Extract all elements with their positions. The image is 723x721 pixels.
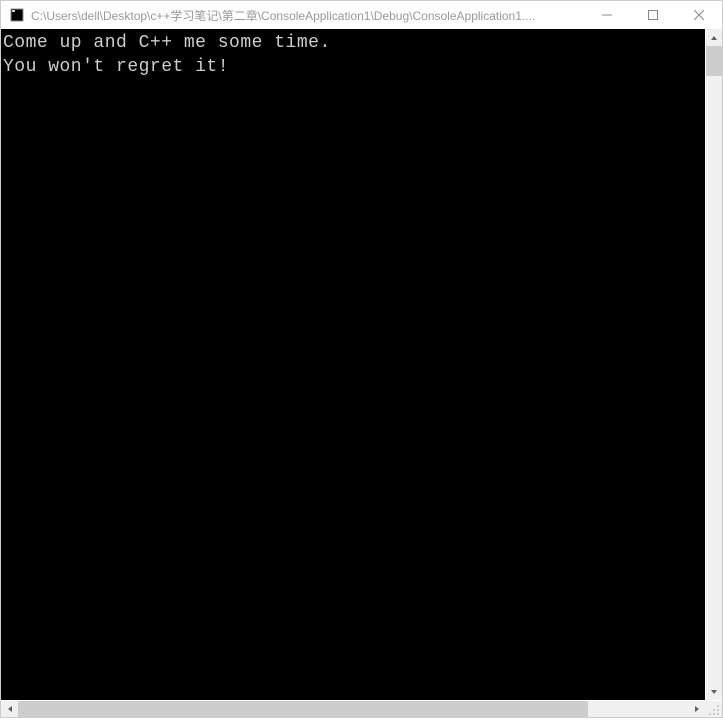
- horizontal-scroll-thumb[interactable]: [18, 701, 588, 717]
- horizontal-scroll-track[interactable]: [18, 701, 688, 717]
- scroll-up-button[interactable]: [706, 29, 722, 46]
- vertical-scrollbar[interactable]: [705, 29, 722, 700]
- console-output[interactable]: Come up and C++ me some time. You won't …: [1, 29, 705, 700]
- vertical-scroll-thumb[interactable]: [706, 46, 722, 76]
- app-icon: [9, 7, 25, 23]
- console-wrapper: Come up and C++ me some time. You won't …: [1, 29, 722, 700]
- minimize-button[interactable]: [584, 1, 630, 29]
- scroll-left-button[interactable]: [1, 701, 18, 717]
- resize-grip-icon[interactable]: [708, 703, 720, 715]
- console-window: C:\Users\dell\Desktop\c++学习笔记\第二章\Consol…: [0, 0, 723, 718]
- maximize-button[interactable]: [630, 1, 676, 29]
- scroll-down-button[interactable]: [706, 683, 722, 700]
- horizontal-scrollbar[interactable]: [1, 700, 722, 717]
- console-line: Come up and C++ me some time.: [3, 33, 331, 53]
- close-button[interactable]: [676, 1, 722, 29]
- console-line: You won't regret it!: [3, 57, 229, 77]
- scrollbar-corner: [705, 701, 722, 717]
- titlebar[interactable]: C:\Users\dell\Desktop\c++学习笔记\第二章\Consol…: [1, 1, 722, 29]
- scroll-right-button[interactable]: [688, 701, 705, 717]
- window-title: C:\Users\dell\Desktop\c++学习笔记\第二章\Consol…: [31, 7, 584, 24]
- window-controls: [584, 1, 722, 29]
- vertical-scroll-track[interactable]: [706, 46, 722, 683]
